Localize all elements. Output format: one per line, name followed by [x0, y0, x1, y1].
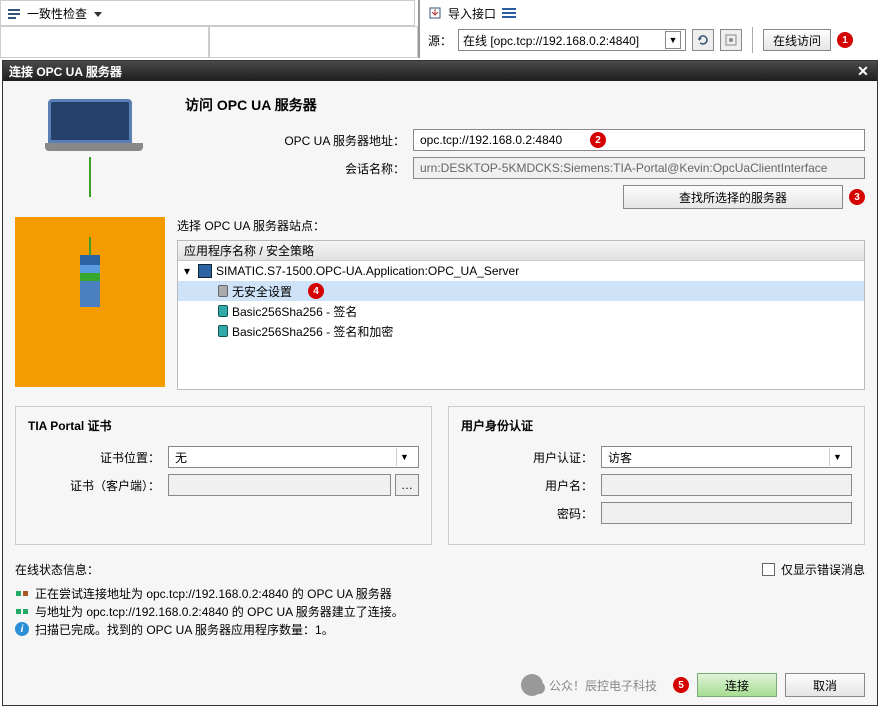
cancel-button[interactable]: 取消: [785, 673, 865, 697]
watermark: 公众！辰控电子科技: [521, 674, 657, 696]
cert-client-input: [168, 474, 391, 496]
consistency-check-label[interactable]: 一致性检查: [27, 5, 87, 22]
lock-icon: [218, 305, 228, 317]
server-addr-input[interactable]: opc.tcp://192.168.0.2:4840: [413, 129, 865, 151]
auth-title: 用户身份认证: [461, 417, 852, 434]
server-addr-label: OPC UA 服务器地址：: [165, 132, 413, 149]
tree-item-label: Basic256Sha256 - 签名和加密: [232, 323, 393, 340]
tree-root-row[interactable]: ▾ SIMATIC.S7-1500.OPC-UA.Application:OPC…: [178, 261, 864, 281]
chevron-down-icon[interactable]: [93, 8, 103, 18]
online-access-label: 在线访问: [773, 32, 821, 49]
cert-location-value: 无: [175, 449, 187, 466]
server-addr-value: opc.tcp://192.168.0.2:4840: [420, 133, 562, 147]
status-row: i 扫描已完成。找到的 OPC UA 服务器应用程序数量：1。: [15, 620, 865, 638]
access-header: 访问 OPC UA 服务器: [185, 95, 865, 115]
badge-3: 3: [849, 189, 865, 205]
source-select[interactable]: 在线 [opc.tcp://192.168.0.2:4840] ▼: [458, 29, 686, 51]
watermark-text: 公众！辰控电子科技: [549, 677, 657, 694]
tree-item-label: Basic256Sha256 - 签名: [232, 303, 357, 320]
tree-root-label: SIMATIC.S7-1500.OPC-UA.Application:OPC_U…: [216, 264, 519, 278]
session-value: urn:DESKTOP-5KMDCKS:Siemens:TIA-Portal@K…: [420, 161, 827, 175]
username-input: [601, 474, 852, 496]
errors-only-label: 仅显示错误消息: [781, 561, 865, 578]
server-app-icon: [198, 264, 212, 278]
connect-button[interactable]: 连接: [697, 673, 777, 697]
laptop-icon: [45, 99, 135, 155]
connect-dialog: 连接 OPC UA 服务器 ✕ 访问 OPC UA 服务器 OPC UA 服务器…: [2, 60, 878, 706]
connected-icon: [15, 604, 29, 618]
find-server-button[interactable]: 查找所选择的服务器: [623, 185, 843, 209]
badge-5: 5: [673, 677, 689, 693]
find-server-label: 查找所选择的服务器: [679, 189, 787, 206]
cert-client-label: 证书（客户端）：: [28, 477, 168, 494]
chevron-down-icon[interactable]: ▼: [396, 448, 412, 466]
tree-item-signencrypt[interactable]: Basic256Sha256 - 签名和加密: [178, 321, 864, 341]
dialog-footer: 公众！辰控电子科技 5 连接 取消: [3, 665, 877, 705]
chevron-down-icon[interactable]: ▼: [829, 448, 845, 466]
tree-item-label: 无安全设置: [232, 283, 292, 300]
session-name-input: urn:DESKTOP-5KMDCKS:Siemens:TIA-Portal@K…: [413, 157, 865, 179]
dialog-title: 连接 OPC UA 服务器: [9, 63, 122, 80]
online-access-button[interactable]: 在线访问: [763, 29, 831, 51]
user-auth-select[interactable]: 访客 ▼: [601, 446, 852, 468]
wechat-icon: [521, 674, 543, 696]
source-value: 在线 [opc.tcp://192.168.0.2:4840]: [463, 32, 639, 49]
badge-1: 1: [837, 32, 853, 48]
chevron-down-icon[interactable]: ▼: [665, 31, 681, 49]
password-input: [601, 502, 852, 524]
client-diagram: [15, 91, 165, 209]
consistency-icon: [7, 6, 21, 20]
server-icon: [80, 255, 100, 307]
connect-label: 连接: [725, 677, 749, 694]
list-icon[interactable]: [502, 6, 516, 20]
tia-cert-group: TIA Portal 证书 证书位置： 无 ▼ 证书（客户端）： …: [15, 406, 432, 545]
import-interface-label[interactable]: 导入接口: [448, 5, 496, 22]
dialog-titlebar: 连接 OPC UA 服务器 ✕: [3, 61, 877, 81]
session-label: 会话名称：: [165, 160, 413, 177]
server-diagram: [15, 217, 165, 387]
status-text: 扫描已完成。找到的 OPC UA 服务器应用程序数量：1。: [35, 621, 334, 638]
import-icon: [428, 6, 442, 20]
refresh-button[interactable]: [692, 29, 714, 51]
settings-button[interactable]: [720, 29, 742, 51]
badge-4: 4: [308, 283, 324, 299]
errors-only-checkbox[interactable]: [762, 563, 775, 576]
username-label: 用户名：: [461, 477, 601, 494]
status-title: 在线状态信息：: [15, 561, 99, 578]
source-label: 源：: [428, 32, 452, 49]
badge-2: 2: [590, 132, 606, 148]
password-label: 密码：: [461, 505, 601, 522]
endpoint-tree: 应用程序名称 / 安全策略 ▾ SIMATIC.S7-1500.OPC-UA.A…: [177, 240, 865, 390]
info-icon: i: [15, 622, 29, 636]
connecting-icon: [15, 586, 29, 600]
lock-icon: [218, 325, 228, 337]
site-select-label: 选择 OPC UA 服务器站点：: [177, 217, 865, 234]
toolbar-right: 导入接口 源： 在线 [opc.tcp://192.168.0.2:4840] …: [418, 0, 853, 58]
close-icon[interactable]: ✕: [855, 63, 871, 79]
tree-header: 应用程序名称 / 安全策略: [178, 241, 864, 261]
cancel-label: 取消: [813, 677, 837, 694]
status-text: 正在尝试连接地址为 opc.tcp://192.168.0.2:4840 的 O…: [35, 585, 392, 602]
cert-location-label: 证书位置：: [28, 449, 168, 466]
user-auth-label: 用户认证：: [461, 449, 601, 466]
browse-button[interactable]: …: [395, 474, 419, 496]
caret-down-icon[interactable]: ▾: [184, 264, 194, 278]
status-row: 正在尝试连接地址为 opc.tcp://192.168.0.2:4840 的 O…: [15, 584, 865, 602]
tree-item-none[interactable]: 无安全设置 4: [178, 281, 864, 301]
status-row: 与地址为 opc.tcp://192.168.0.2:4840 的 OPC UA…: [15, 602, 865, 620]
auth-group: 用户身份认证 用户认证： 访客 ▼ 用户名： 密码：: [448, 406, 865, 545]
toolbar-left: 一致性检查: [0, 0, 415, 26]
tia-cert-title: TIA Portal 证书: [28, 417, 419, 434]
status-text: 与地址为 opc.tcp://192.168.0.2:4840 的 OPC UA…: [35, 603, 404, 620]
cert-location-select[interactable]: 无 ▼: [168, 446, 419, 468]
unlock-icon: [218, 285, 228, 297]
tree-item-sign[interactable]: Basic256Sha256 - 签名: [178, 301, 864, 321]
user-auth-value: 访客: [608, 449, 632, 466]
status-section: 在线状态信息： 仅显示错误消息 正在尝试连接地址为 opc.tcp://192.…: [15, 561, 865, 638]
panel-columns: [0, 26, 418, 58]
